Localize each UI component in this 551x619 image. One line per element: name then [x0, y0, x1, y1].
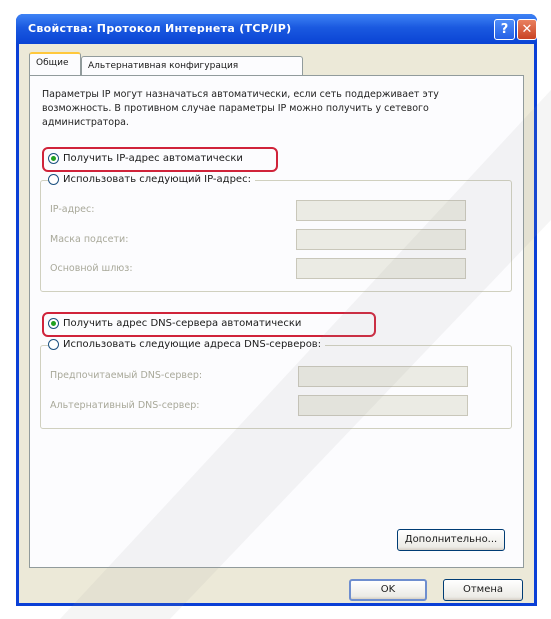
- radio-ip-auto[interactable]: Получить IP-адрес автоматически: [48, 153, 243, 164]
- radio-dns-manual-label: Использовать следующие адреса DNS-сервер…: [63, 339, 322, 350]
- default-gateway-label: Основной шлюз:: [50, 263, 133, 274]
- window-title: Свойства: Протокол Интернета (TCP/IP): [28, 22, 292, 35]
- radio-dns-auto[interactable]: Получить адрес DNS-сервера автоматически: [48, 318, 301, 329]
- subnet-mask-field[interactable]: [296, 229, 466, 250]
- subnet-mask-label: Маска подсети:: [50, 234, 129, 245]
- radio-ip-manual[interactable]: Использовать следующий IP-адрес:: [48, 174, 255, 185]
- default-gateway-field[interactable]: [296, 258, 466, 279]
- radio-ip-manual-label: Использовать следующий IP-адрес:: [63, 174, 251, 185]
- radio-dns-manual[interactable]: Использовать следующие адреса DNS-сервер…: [48, 339, 326, 350]
- alternate-dns-label: Альтернативный DNS-сервер:: [50, 400, 200, 411]
- alternate-dns-field[interactable]: [298, 395, 468, 416]
- dns-server-group: [40, 345, 512, 429]
- properties-dialog: Свойства: Протокол Интернета (TCP/IP) ? …: [16, 14, 537, 606]
- help-button[interactable]: ?: [494, 19, 515, 40]
- ok-button[interactable]: OK: [349, 579, 427, 601]
- advanced-button[interactable]: Дополнительно...: [397, 529, 505, 551]
- dialog-client-area: Общие Альтернативная конфигурация Параме…: [19, 44, 534, 603]
- ip-address-label: IP-адрес:: [50, 204, 95, 215]
- radio-ip-auto-indicator[interactable]: [48, 153, 59, 164]
- general-tab-panel: Параметры IP могут назначаться автоматич…: [29, 75, 524, 568]
- cancel-button[interactable]: Отмена: [443, 579, 523, 601]
- radio-dns-manual-indicator[interactable]: [48, 339, 59, 350]
- radio-dns-auto-indicator[interactable]: [48, 318, 59, 329]
- close-button[interactable]: ✕: [517, 19, 537, 40]
- preferred-dns-field[interactable]: [298, 366, 468, 387]
- radio-ip-auto-label: Получить IP-адрес автоматически: [63, 153, 243, 164]
- tab-general[interactable]: Общие: [29, 52, 81, 75]
- tab-alternate-configuration[interactable]: Альтернативная конфигурация: [81, 56, 303, 75]
- title-bar[interactable]: Свойства: Протокол Интернета (TCP/IP) ? …: [16, 14, 537, 44]
- description-text: Параметры IP могут назначаться автоматич…: [42, 89, 439, 128]
- ip-address-field[interactable]: [296, 200, 466, 221]
- preferred-dns-label: Предпочитаемый DNS-сервер:: [50, 370, 203, 381]
- radio-dns-auto-label: Получить адрес DNS-сервера автоматически: [63, 318, 302, 329]
- radio-ip-manual-indicator[interactable]: [48, 174, 59, 185]
